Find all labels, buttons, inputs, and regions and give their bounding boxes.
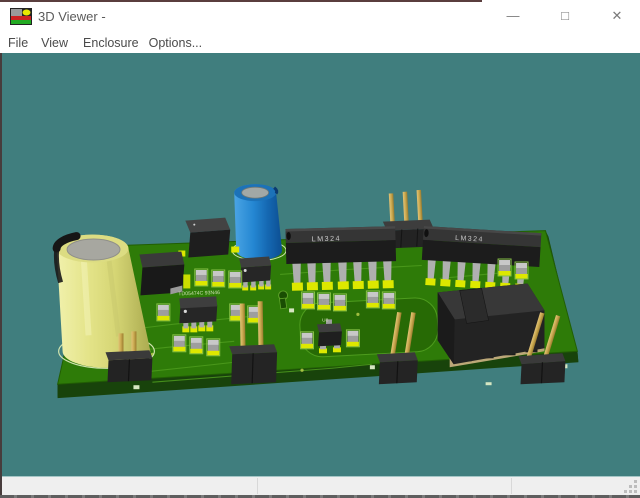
status-section-right xyxy=(514,477,622,495)
status-section-middle xyxy=(260,477,508,495)
menu-options[interactable]: Options... xyxy=(149,36,203,50)
sot-label: U8 xyxy=(322,317,329,323)
resize-grip[interactable] xyxy=(624,480,638,493)
blue-electrolytic-capacitor xyxy=(234,184,283,261)
3d-viewport[interactable]: LM324 LM324 TD05474C 93N46 U8 xyxy=(2,53,640,476)
window-controls: — □ ✕ xyxy=(498,0,632,32)
menu-file[interactable]: File xyxy=(8,36,28,50)
app-icon xyxy=(10,8,32,25)
soic8-ic-2 xyxy=(239,256,272,291)
pcb-3d-scene: LM324 LM324 TD05474C 93N46 U8 xyxy=(52,184,579,399)
screen-top-edge xyxy=(0,0,482,2)
status-divider xyxy=(511,478,512,494)
title-bar: 3D Viewer - — □ ✕ xyxy=(0,0,640,32)
menu-enclosure[interactable]: Enclosure xyxy=(83,36,139,50)
dip1-label: LM324 xyxy=(312,235,342,244)
status-bar xyxy=(0,477,640,495)
status-divider xyxy=(257,478,258,494)
pin-header-2pin-under-cap xyxy=(105,350,153,383)
minimize-button[interactable]: — xyxy=(498,0,528,32)
menu-bar: File View Enclosure Options... xyxy=(0,32,640,53)
maximize-button[interactable]: □ xyxy=(550,0,580,32)
screen-left-edge xyxy=(0,53,2,498)
window-title: 3D Viewer - xyxy=(38,9,106,24)
status-section-left xyxy=(4,477,254,495)
menu-view[interactable]: View xyxy=(41,36,68,50)
close-button[interactable]: ✕ xyxy=(602,0,632,32)
